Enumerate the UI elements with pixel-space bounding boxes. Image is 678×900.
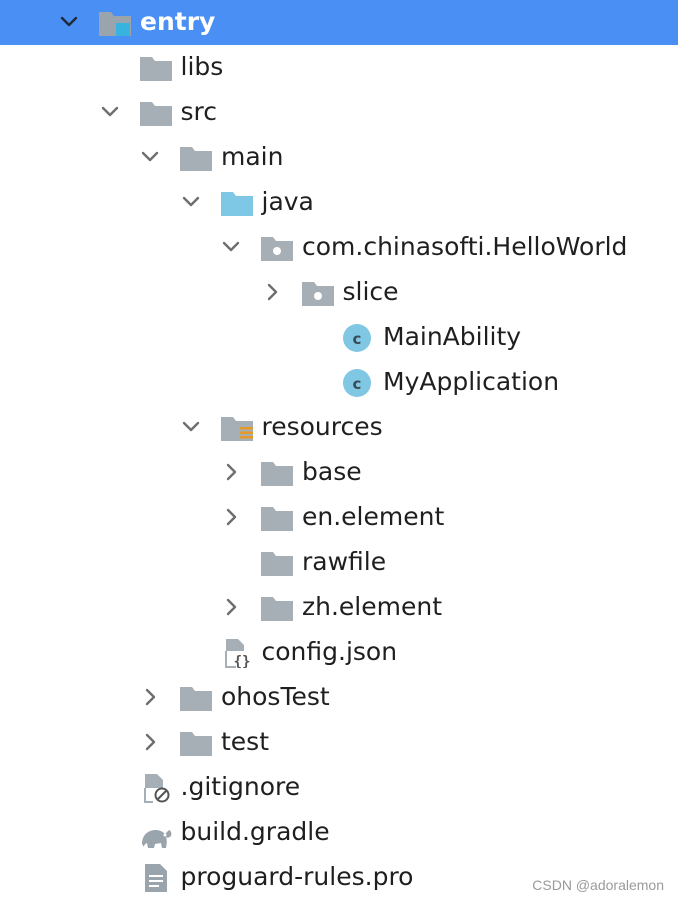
tree-row[interactable]: ohosTest <box>0 675 678 720</box>
json-file-icon: {} <box>220 638 254 670</box>
watermark: CSDN @adoralemon <box>532 877 664 893</box>
collapse-arrow-icon[interactable] <box>220 461 242 483</box>
module-folder-icon <box>98 8 132 38</box>
ignored-file-icon <box>139 773 173 803</box>
svg-text:{}: {} <box>233 654 250 668</box>
tree-row[interactable]: build.gradle <box>0 810 678 855</box>
expand-arrow-icon[interactable] <box>180 191 202 213</box>
tree-row-label: src <box>180 97 218 126</box>
tree-row[interactable]: .gitignore <box>0 765 678 810</box>
tree-row-label: zh.element <box>302 592 443 621</box>
tree-row-label: en.element <box>302 502 445 531</box>
tree-row[interactable]: test <box>0 720 678 765</box>
svg-text:c: c <box>353 375 362 393</box>
expand-arrow-icon[interactable] <box>58 11 80 33</box>
tree-row-label: build.gradle <box>180 817 330 846</box>
expand-arrow-icon[interactable] <box>180 416 202 438</box>
folder-icon <box>260 458 294 488</box>
class-icon: c <box>341 323 375 353</box>
folder-icon <box>179 728 213 758</box>
collapse-arrow-icon[interactable] <box>220 506 242 528</box>
tree-row[interactable]: en.element <box>0 495 678 540</box>
folder-icon <box>260 593 294 623</box>
tree-row-label: main <box>221 142 284 171</box>
tree-row-label: MyApplication <box>383 367 560 396</box>
tree-row[interactable]: com.chinasofti.HelloWorld <box>0 225 678 270</box>
tree-row[interactable]: entry <box>0 0 678 45</box>
tree-row[interactable]: c MyApplication <box>0 360 678 405</box>
tree-row-label: libs <box>180 52 224 81</box>
folder-icon <box>179 143 213 173</box>
tree-row-label: rawfile <box>302 547 387 576</box>
tree-row-label: resources <box>261 412 383 441</box>
folder-icon <box>260 503 294 533</box>
collapse-arrow-icon[interactable] <box>220 596 242 618</box>
tree-row[interactable]: libs <box>0 45 678 90</box>
tree-row-label: config.json <box>261 637 398 666</box>
folder-icon <box>260 548 294 578</box>
class-icon: c <box>341 368 375 398</box>
tree-row-label: MainAbility <box>383 322 522 351</box>
folder-icon <box>179 683 213 713</box>
collapse-arrow-icon[interactable] <box>261 281 283 303</box>
tree-row-label: com.chinasofti.HelloWorld <box>302 232 628 261</box>
tree-row-label: entry <box>140 7 216 36</box>
resources-folder-icon <box>220 413 254 443</box>
tree-row[interactable]: slice <box>0 270 678 315</box>
tree-row[interactable]: {} config.json <box>0 630 678 675</box>
folder-icon <box>139 98 173 128</box>
tree-row[interactable]: c MainAbility <box>0 315 678 360</box>
tree-row-label: java <box>261 187 314 216</box>
collapse-arrow-icon[interactable] <box>139 686 161 708</box>
gradle-icon <box>139 818 173 848</box>
source-folder-icon <box>220 188 254 218</box>
svg-text:c: c <box>353 330 362 348</box>
tree-row[interactable]: zh.element <box>0 585 678 630</box>
tree-row-label: base <box>302 457 362 486</box>
expand-arrow-icon[interactable] <box>99 101 121 123</box>
tree-row[interactable]: resources <box>0 405 678 450</box>
text-file-icon <box>139 863 173 893</box>
expand-arrow-icon[interactable] <box>139 146 161 168</box>
tree-row[interactable]: java <box>0 180 678 225</box>
tree-row[interactable]: base <box>0 450 678 495</box>
expand-arrow-icon[interactable] <box>220 236 242 258</box>
tree-row-label: test <box>221 727 270 756</box>
tree-row[interactable]: src <box>0 90 678 135</box>
collapse-arrow-icon[interactable] <box>139 731 161 753</box>
tree-row[interactable]: main <box>0 135 678 180</box>
folder-icon <box>139 53 173 83</box>
tree-row-label: slice <box>342 277 399 306</box>
tree-row-label: .gitignore <box>180 772 301 801</box>
project-tree: entry libs src main java com.chinasofti.Hello… <box>0 0 678 900</box>
tree-row[interactable]: rawfile <box>0 540 678 585</box>
tree-row-label: proguard-rules.pro <box>180 862 414 891</box>
package-icon <box>301 278 335 308</box>
package-icon <box>260 233 294 263</box>
tree-row-label: ohosTest <box>221 682 330 711</box>
